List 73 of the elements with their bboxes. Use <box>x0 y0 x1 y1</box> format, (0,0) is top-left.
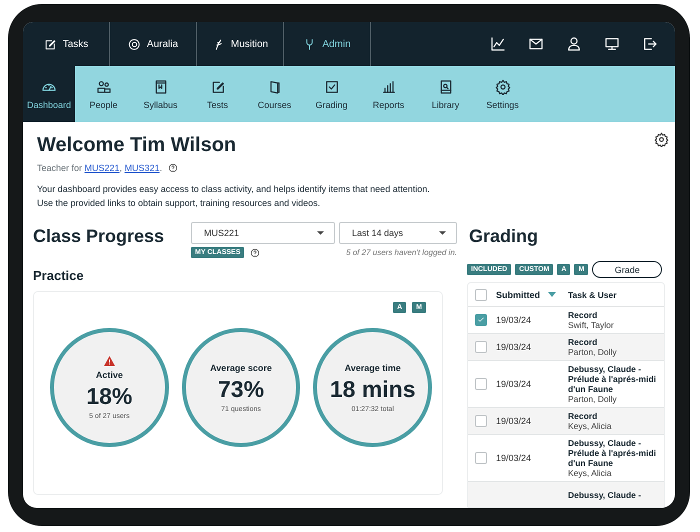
date-cell: 19/03/24 <box>496 315 532 325</box>
checkbox-icon <box>324 78 340 94</box>
bar-chart-icon <box>380 78 396 94</box>
task-title: Debussy, Claude - Prélude à l'aprés-midi d'un Faune <box>568 364 657 394</box>
task-title: Debussy, Claude - <box>568 490 642 500</box>
people-icon <box>96 78 112 94</box>
caret-icon <box>317 231 324 235</box>
sort-arrow-icon[interactable] <box>548 292 556 297</box>
task-title: Record <box>568 310 598 320</box>
checkbox[interactable] <box>475 341 487 353</box>
user-name: Parton, Dolly <box>568 394 618 404</box>
stat-label: Active <box>96 370 123 380</box>
pencil-square-icon <box>210 78 226 94</box>
user-name: Keys, Alicia <box>568 421 612 431</box>
nav-item[interactable]: Tests <box>189 66 246 122</box>
checkbox[interactable] <box>475 288 487 300</box>
stat-value: 73% <box>218 376 264 402</box>
date-cell: 19/03/24 <box>496 342 532 352</box>
stat-label: Average score <box>210 362 272 372</box>
column-header[interactable]: Task & User <box>568 290 617 300</box>
nav-item[interactable]: Grading <box>303 66 360 122</box>
help-icon[interactable] <box>168 163 178 173</box>
subsection-title: Practice <box>33 268 85 283</box>
date-cell: 19/03/24 <box>496 416 532 426</box>
page-title: Welcome Tim Wilson <box>37 134 236 157</box>
column-header[interactable]: Submitted <box>496 290 540 300</box>
date-cell: 19/03/24 <box>496 379 532 389</box>
checkbox[interactable] <box>475 415 487 427</box>
nav-item[interactable]: Library <box>417 66 474 122</box>
monitor-icon[interactable] <box>604 36 620 52</box>
nav-item[interactable]: People <box>75 66 132 122</box>
stat-value: 18 mins <box>330 376 416 402</box>
description-text: Your dashboard provides easy access to class activity, and helps identify items that need attention. <box>37 183 431 196</box>
class-link[interactable]: MUS221 <box>84 163 120 173</box>
login-note: 5 of 27 users haven't logged in. <box>346 248 457 257</box>
disc-icon <box>128 38 141 50</box>
checkbox[interactable] <box>475 452 487 464</box>
user-name: Parton, Dolly <box>568 347 618 357</box>
stat-value: 18% <box>86 382 132 410</box>
task-title: Debussy, Claude - Prélude à l'aprés-midi d'un Faune <box>568 438 657 468</box>
caret-icon <box>439 231 446 235</box>
checkbox[interactable] <box>475 378 487 390</box>
user-icon[interactable] <box>566 36 582 52</box>
description-text: Use the provided links to obtain support, training resources and videos. <box>37 197 322 210</box>
class-link[interactable]: MUS321 <box>124 163 160 173</box>
dropdown[interactable]: MUS221 <box>191 222 335 244</box>
nav-item[interactable]: Courses <box>246 66 303 122</box>
date-cell: 19/03/24 <box>496 453 532 463</box>
task-title: Record <box>568 337 598 347</box>
user-name: Keys, Alicia <box>568 468 612 478</box>
nav-item[interactable]: Reports <box>360 66 417 122</box>
checkbox[interactable] <box>475 314 487 326</box>
user-name: Swift, Taylor <box>568 320 615 330</box>
line-chart-icon[interactable] <box>490 36 506 52</box>
mail-icon[interactable] <box>528 36 544 52</box>
section-title: Class Progress <box>33 226 166 247</box>
nav-item[interactable]: Syllabus <box>132 66 189 122</box>
settings-icon <box>494 78 510 94</box>
book-icon <box>438 78 454 94</box>
help-icon[interactable] <box>250 248 260 258</box>
task-title: Record <box>568 411 598 421</box>
nav-item[interactable]: Dashboard <box>23 66 75 122</box>
grade-button[interactable]: Grade <box>592 261 662 278</box>
checkmark-icon <box>477 316 485 324</box>
teacher-line: Teacher for MUS221, MUS321. <box>37 163 162 173</box>
logout-icon[interactable] <box>642 36 658 52</box>
dropdown[interactable]: Last 14 days <box>339 222 457 244</box>
nav-item[interactable]: Settings <box>474 66 531 122</box>
book-icon <box>152 78 168 94</box>
settings-icon[interactable] <box>654 132 669 147</box>
pencil-square-icon <box>44 38 57 50</box>
section-title: Grading <box>469 226 540 247</box>
stat-label: Average time <box>344 362 401 372</box>
